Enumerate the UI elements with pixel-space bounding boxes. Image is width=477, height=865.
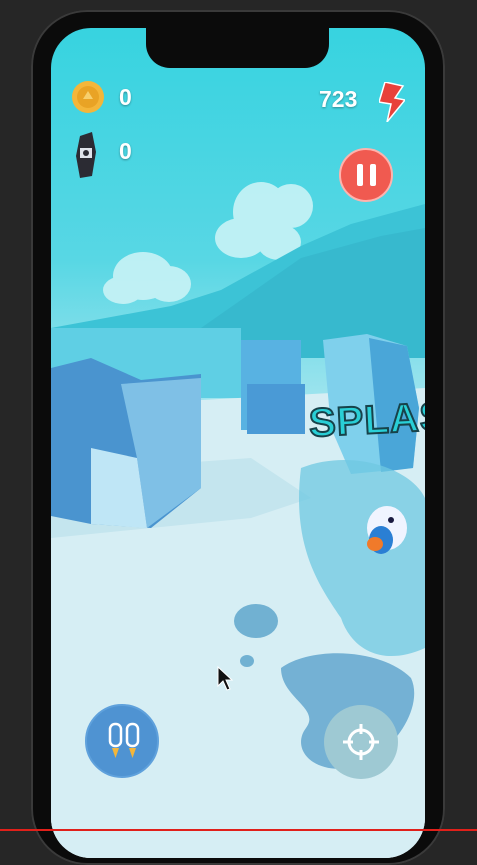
jetpack-icon [108, 722, 140, 758]
aim-button[interactable] [324, 705, 398, 779]
game-screen[interactable]: 0 0 723 SPLAS [51, 28, 425, 858]
mouse-pointer-icon [217, 666, 233, 691]
puddle-2 [240, 655, 254, 667]
crosshair-icon [343, 724, 379, 760]
lightning-icon [379, 82, 405, 122]
energy-count: 723 [319, 86, 358, 112]
pause-button[interactable] [339, 148, 393, 202]
coin-icon [72, 81, 104, 113]
gem-count: 0 [119, 138, 132, 164]
video-progress-bar[interactable] [0, 829, 477, 831]
puddle-1 [234, 604, 278, 638]
splash-text: SPLAS [307, 393, 425, 446]
phone-frame: 0 0 723 SPLAS [31, 10, 445, 865]
phone-notch [146, 28, 329, 68]
boost-button[interactable] [85, 704, 159, 778]
pause-icon [356, 164, 363, 186]
gem-icon [76, 132, 96, 178]
coin-count: 0 [119, 84, 132, 110]
ice-cube-front [247, 384, 305, 434]
cloud-left [103, 252, 191, 304]
